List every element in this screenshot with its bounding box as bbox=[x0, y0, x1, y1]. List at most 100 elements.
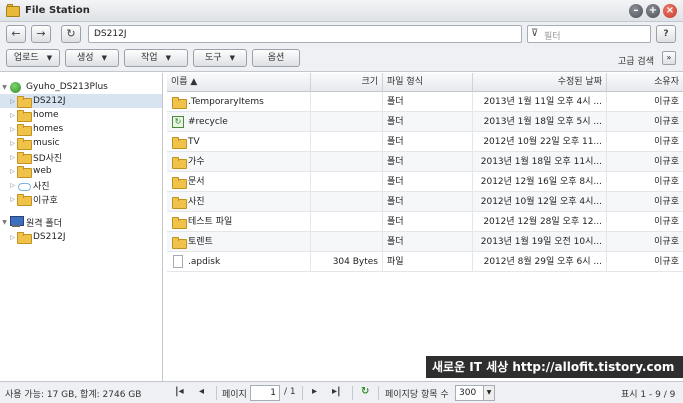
cell-modified: 2012년 12월 28일 오후 12... bbox=[473, 212, 607, 232]
tree-item-user[interactable]: ▷ 이규호 bbox=[0, 192, 162, 206]
computer-icon bbox=[9, 216, 24, 228]
tree-item-label: music bbox=[33, 138, 60, 148]
tree-item-home[interactable]: ▷ home bbox=[0, 108, 162, 122]
expand-arrow-icon[interactable]: ▷ bbox=[8, 126, 17, 133]
cell-type: 파일 bbox=[383, 252, 473, 272]
cell-size bbox=[311, 112, 383, 132]
cell-type: 폴더 bbox=[383, 132, 473, 152]
tree-item-homes[interactable]: ▷ homes bbox=[0, 122, 162, 136]
advanced-search-label[interactable]: 고급 검색 bbox=[618, 54, 654, 67]
expand-arrow-icon[interactable]: ▷ bbox=[8, 112, 17, 119]
tree-item-photos[interactable]: ▷ 사진 bbox=[0, 178, 162, 192]
help-button[interactable]: ? bbox=[656, 25, 676, 43]
cell-size: 304 Bytes bbox=[311, 252, 383, 272]
action-label: 작업 bbox=[141, 53, 158, 63]
column-size[interactable]: 크기 bbox=[311, 73, 383, 92]
options-label: 옵션 bbox=[267, 53, 285, 63]
close-icon[interactable]: × bbox=[663, 4, 677, 18]
tree-item-web[interactable]: ▷ web bbox=[0, 164, 162, 178]
folder-icon bbox=[17, 232, 32, 244]
cell-modified: 2012년 10월 22일 오후 11... bbox=[473, 132, 607, 152]
tree-item-music[interactable]: ▷ music bbox=[0, 136, 162, 150]
cloud-icon bbox=[17, 180, 31, 191]
page-input[interactable]: 1 bbox=[250, 385, 280, 401]
cell-modified: 2013년 1월 11일 오후 4시 ... bbox=[473, 92, 607, 112]
cell-name: 테스트 파일 bbox=[167, 212, 311, 232]
tree-remote-item-ds212j[interactable]: ▷ DS212J bbox=[0, 230, 162, 244]
cell-name: 사진 bbox=[167, 192, 311, 212]
cell-size bbox=[311, 232, 383, 252]
expand-arrow-icon[interactable]: ▷ bbox=[8, 140, 17, 147]
upload-button[interactable]: 업로드 ▼ bbox=[6, 49, 60, 67]
expand-arrow-icon[interactable]: ▷ bbox=[8, 196, 17, 203]
column-name[interactable]: 이름 ▲ bbox=[167, 73, 311, 92]
table-row[interactable]: 사진 폴더 2012년 10월 12일 오후 4시... 이규호 bbox=[167, 192, 683, 212]
refresh-icon[interactable]: ↻ bbox=[361, 386, 369, 397]
prev-page-icon[interactable]: ◂ bbox=[199, 386, 204, 397]
table-row[interactable]: 가수 폴더 2013년 1월 18일 오후 11시... 이규호 bbox=[167, 152, 683, 172]
expand-arrow-icon[interactable]: ▷ bbox=[8, 168, 17, 175]
folder-icon bbox=[17, 110, 32, 122]
cell-size bbox=[311, 132, 383, 152]
column-type[interactable]: 파일 형식 bbox=[383, 73, 473, 92]
column-modified[interactable]: 수정된 날짜 bbox=[473, 73, 607, 92]
cell-owner: 이규호 bbox=[654, 117, 679, 127]
tree-root[interactable]: ▼ Gyuho_DS213Plus bbox=[0, 80, 162, 94]
tree-item-sd-photos[interactable]: ▷ SD사진 bbox=[0, 150, 162, 164]
toolbar: 업로드 ▼ 생성 ▼ 작업 ▼ 도구 ▼ 옵션 고급 검색 » bbox=[0, 46, 683, 72]
expand-icon[interactable]: » bbox=[662, 51, 676, 65]
display-count: 표시 1 - 9 / 9 bbox=[621, 390, 676, 400]
page-label: 페이지 bbox=[222, 390, 247, 400]
tools-button[interactable]: 도구 ▼ bbox=[193, 49, 247, 67]
window-title: File Station bbox=[25, 5, 90, 16]
address-row: ← → ↻ DS212J ☆ ⊽ 필터 ? bbox=[0, 22, 683, 46]
maximize-icon[interactable]: + bbox=[646, 4, 660, 18]
table-header: 이름 ▲ 크기 파일 형식 수정된 날짜 소유자 bbox=[167, 73, 683, 92]
arrow-right-icon: → bbox=[36, 27, 46, 40]
address-input[interactable]: DS212J ☆ bbox=[88, 25, 522, 43]
expand-arrow-icon[interactable]: ▷ bbox=[8, 234, 17, 241]
filter-input[interactable]: ⊽ 필터 bbox=[527, 25, 651, 43]
cell-type: 폴더 bbox=[383, 232, 473, 252]
options-button[interactable]: 옵션 bbox=[252, 49, 300, 67]
expand-arrow-icon[interactable]: ▷ bbox=[8, 182, 17, 189]
table-row[interactable]: .TemporaryItems 폴더 2013년 1월 11일 오후 4시 ... 이… bbox=[167, 92, 683, 112]
first-page-icon[interactable]: |◂ bbox=[175, 386, 184, 397]
expand-arrow-icon[interactable]: ▷ bbox=[8, 154, 17, 161]
column-owner[interactable]: 소유자 bbox=[607, 73, 683, 92]
separator bbox=[302, 386, 303, 400]
cell-size bbox=[311, 192, 383, 212]
caret-down-icon: ▼ bbox=[165, 54, 171, 62]
next-page-icon[interactable]: ▸ bbox=[312, 386, 317, 397]
collapse-icon[interactable]: ▼ bbox=[0, 219, 9, 226]
action-button[interactable]: 작업 ▼ bbox=[124, 49, 188, 67]
table-row[interactable]: 문서 폴더 2012년 12월 16일 오후 8시... 이규호 bbox=[167, 172, 683, 192]
expand-arrow-icon[interactable]: ▷ bbox=[8, 98, 17, 105]
table-row[interactable]: 토렌트 폴더 2013년 1월 19일 오전 10시... 이규호 bbox=[167, 232, 683, 252]
cell-owner: 이규호 bbox=[654, 177, 679, 187]
separator bbox=[216, 386, 217, 400]
cell-modified: 2013년 1월 18일 오후 11시... bbox=[473, 152, 607, 172]
filter-placeholder: 필터 bbox=[544, 32, 561, 42]
per-page-select[interactable]: 300 ▼ bbox=[455, 385, 495, 401]
refresh-button[interactable]: ↻ bbox=[61, 25, 81, 43]
minimize-icon[interactable]: – bbox=[629, 4, 643, 18]
cell-type: 폴더 bbox=[383, 112, 473, 132]
forward-button[interactable]: → bbox=[31, 25, 51, 43]
per-page-label: 페이지당 항목 수 bbox=[385, 390, 449, 400]
table-row[interactable]: 테스트 파일 폴더 2012년 12월 28일 오후 12... 이규호 bbox=[167, 212, 683, 232]
table-row[interactable]: TV 폴더 2012년 10월 22일 오후 11... 이규호 bbox=[167, 132, 683, 152]
collapse-icon[interactable]: ▼ bbox=[0, 84, 9, 91]
watermark-banner: 새로운 IT 세상 http://allofit.tistory.com bbox=[426, 356, 683, 378]
table-row[interactable]: ↻ #recycle 폴더 2013년 1월 18일 오후 5시 ... 이규호 bbox=[167, 112, 683, 132]
cell-owner: 이규호 bbox=[654, 197, 679, 207]
tree-remote-root[interactable]: ▼ 원격 폴더 bbox=[0, 215, 162, 229]
star-icon[interactable]: ☆ bbox=[94, 29, 518, 39]
table-row[interactable]: .apdisk 304 Bytes 파일 2012년 8월 29일 오후 6시 ...… bbox=[167, 252, 683, 272]
back-button[interactable]: ← bbox=[6, 25, 26, 43]
last-page-icon[interactable]: ▸| bbox=[332, 386, 341, 397]
tree-item-ds212j[interactable]: ▷ DS212J bbox=[0, 94, 162, 108]
tree-item-label: home bbox=[33, 110, 59, 120]
create-button[interactable]: 생성 ▼ bbox=[65, 49, 119, 67]
cell-name: .TemporaryItems bbox=[167, 92, 311, 112]
